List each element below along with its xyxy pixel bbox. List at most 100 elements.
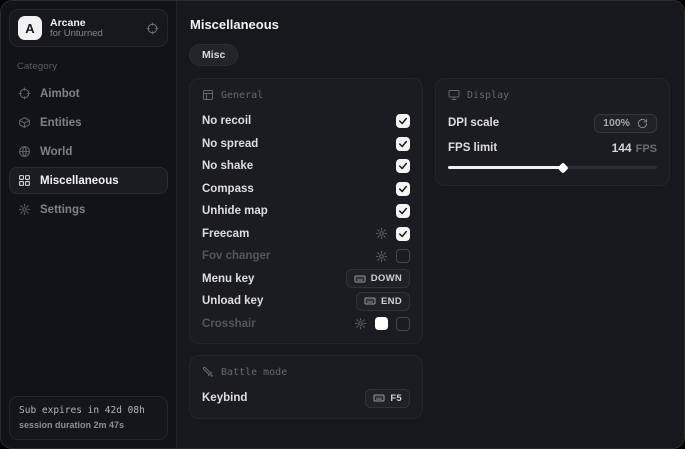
panel-battle-title: Battle mode [221,367,287,378]
grid-icon [18,174,31,187]
subscription-card: Sub expires in 42d 08h session duration … [9,396,168,440]
app-header: A Arcane for Unturned [9,9,168,47]
panel-battle-header: Battle mode [202,366,410,378]
keybind-button[interactable]: END [356,292,410,311]
row-controls [396,159,410,173]
row-label: Unhide map [202,205,268,217]
page-title: Miscellaneous [190,17,670,32]
row-controls [396,204,410,218]
keyboard-icon [373,392,385,404]
row-label: No spread [202,138,258,150]
keybind-button[interactable]: F5 [365,389,410,408]
sidebar-item-label: Miscellaneous [40,175,119,187]
sidebar-item-settings[interactable]: Settings [9,196,168,223]
row-no-recoil: No recoil [202,110,410,133]
sidebar-item-entities[interactable]: Entities [9,109,168,136]
sidebar-item-label: Settings [40,204,85,216]
battle-rows: KeybindF5 [202,387,410,410]
row-label: Menu key [202,273,254,285]
keybind-value: F5 [390,393,402,404]
gear-icon[interactable] [354,317,367,330]
row-label: Fov changer [202,250,270,262]
dpi-scale-value: 100% [603,117,630,129]
fps-limit-label: FPS limit [448,142,497,154]
slider-thumb[interactable] [557,162,568,173]
row-fov-changer: Fov changer [202,245,410,268]
layout-icon [202,89,214,101]
checkbox[interactable] [396,317,410,331]
fps-limit-value: 144FPS [612,139,657,157]
row-unload-key: Unload key END [202,290,410,313]
row-controls [375,227,410,241]
row-menu-key: Menu key DOWN [202,268,410,291]
row-unhide-map: Unhide map [202,200,410,223]
gear-icon[interactable] [375,227,388,240]
dpi-scale-control[interactable]: 100% [594,114,657,133]
panel-battle-mode: Battle mode KeybindF5 [189,355,423,419]
sidebar-item-world[interactable]: World [9,138,168,165]
sidebar-item-label: Aimbot [40,88,80,100]
dpi-scale-label: DPI scale [448,117,499,129]
box-icon [18,116,31,129]
fps-limit-slider[interactable] [448,161,657,173]
main-content: Miscellaneous Misc General No recoil No s… [177,1,684,448]
row-controls: F5 [365,389,410,408]
row-compass: Compass [202,178,410,201]
app-titles: Arcane for Unturned [50,17,138,40]
left-column: General No recoil No spread No shake Compas… [189,78,423,419]
row-controls [396,114,410,128]
row-label: Unload key [202,295,263,307]
row-no-shake: No shake [202,155,410,178]
app-subtitle: for Unturned [50,29,138,40]
sidebar-item-label: World [40,146,72,158]
panel-display-title: Display [467,90,509,101]
row-label: No shake [202,160,253,172]
slider-fill [448,166,563,169]
panel-general-title: General [221,90,263,101]
checkbox[interactable] [396,137,410,151]
session-duration: session duration 2m 47s [19,419,158,433]
crosshair-icon[interactable] [146,22,159,35]
sidebar-item-label: Entities [40,117,82,129]
panel-general-header: General [202,89,410,101]
row-label: Freecam [202,228,249,240]
checkbox[interactable] [396,159,410,173]
row-keybind: KeybindF5 [202,387,410,410]
tab-bar: Misc [189,44,670,66]
panel-general: General No recoil No spread No shake Compas… [189,78,423,344]
keybind-value: END [381,296,402,307]
color-swatch[interactable] [375,317,388,330]
checkbox[interactable] [396,204,410,218]
checkbox[interactable] [396,227,410,241]
row-controls [354,317,410,331]
panel-display-header: Display [448,89,657,101]
monitor-icon [448,89,460,101]
dpi-scale-row: DPI scale 100% [448,110,657,136]
sidebar-item-miscellaneous[interactable]: Miscellaneous [9,167,168,194]
row-controls [396,137,410,151]
row-no-spread: No spread [202,133,410,156]
row-crosshair: Crosshair [202,313,410,336]
checkbox[interactable] [396,114,410,128]
panel-display: Display DPI scale 100% FPS limit 144FPS [435,78,670,186]
keybind-button[interactable]: DOWN [346,269,410,288]
fps-limit-row: FPS limit 144FPS [448,138,657,158]
row-label: Crosshair [202,318,256,330]
row-controls: END [356,292,410,311]
checkbox[interactable] [396,182,410,196]
row-controls [396,182,410,196]
tab-misc[interactable]: Misc [189,44,238,66]
row-freecam: Freecam [202,223,410,246]
row-label: Compass [202,183,254,195]
sidebar-item-aimbot[interactable]: Aimbot [9,80,168,107]
checkbox[interactable] [396,249,410,263]
general-rows: No recoil No spread No shake Compass Unhide … [202,110,410,335]
row-label: No recoil [202,115,251,127]
row-controls [375,249,410,263]
row-controls: DOWN [346,269,410,288]
reset-icon[interactable] [637,118,648,129]
crosshair-icon [18,87,31,100]
gear-icon [18,203,31,216]
sidebar: A Arcane for Unturned Category AimbotEnt… [1,1,177,448]
gear-icon[interactable] [375,250,388,263]
